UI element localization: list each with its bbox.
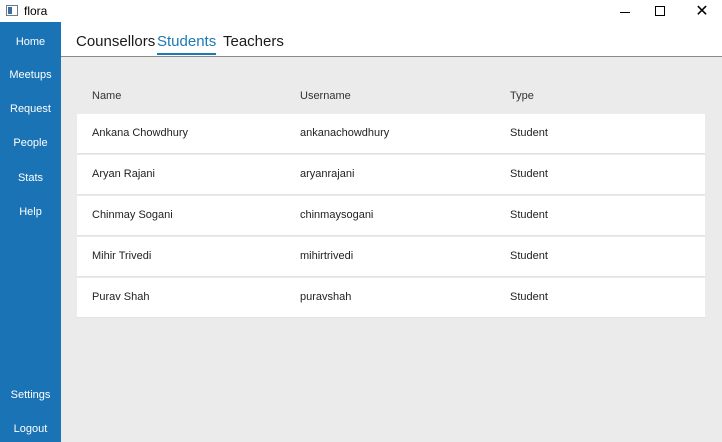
column-header-username: Username <box>300 90 351 102</box>
cell-type: Student <box>510 168 548 180</box>
cell-type: Student <box>510 127 548 139</box>
table-row[interactable]: Ankana Chowdhury ankanachowdhury Student <box>77 114 705 154</box>
cell-username: chinmaysogani <box>300 209 374 221</box>
minimize-button[interactable] <box>608 0 642 22</box>
sidebar-item-settings[interactable]: Settings <box>0 389 61 401</box>
sidebar-item-people[interactable]: People <box>0 137 61 149</box>
cell-username: puravshah <box>300 291 352 303</box>
column-header-type: Type <box>510 90 534 102</box>
cell-username: ankanachowdhury <box>300 127 390 139</box>
cell-type: Student <box>510 250 548 262</box>
sidebar-item-logout[interactable]: Logout <box>0 423 61 435</box>
minimize-icon <box>620 11 630 13</box>
sidebar-item-meetups[interactable]: Meetups <box>0 69 61 81</box>
tab-students[interactable]: Students <box>157 33 217 55</box>
window-title: flora <box>24 4 48 18</box>
cell-username: mihirtrivedi <box>300 250 354 262</box>
sidebar: Home Meetups Request People Stats Help S… <box>0 22 61 442</box>
sidebar-item-help[interactable]: Help <box>0 206 61 218</box>
sidebar-item-stats[interactable]: Stats <box>0 172 61 184</box>
maximize-icon <box>655 6 665 16</box>
column-header-name: Name <box>92 90 122 102</box>
close-icon: ✕ <box>695 3 709 20</box>
cell-username: aryanrajani <box>300 168 355 180</box>
cell-type: Student <box>510 209 548 221</box>
cell-name: Mihir Trivedi <box>92 250 152 262</box>
table-row[interactable]: Chinmay Sogani chinmaysogani Student <box>77 196 705 236</box>
tab-teachers[interactable]: Teachers <box>223 33 284 50</box>
main-content: Counsellors Students Teachers Name Usern… <box>61 22 722 442</box>
app-icon <box>6 5 18 16</box>
tab-counsellors[interactable]: Counsellors <box>76 33 155 50</box>
sidebar-item-home[interactable]: Home <box>0 36 61 48</box>
cell-name: Chinmay Sogani <box>92 209 173 221</box>
sidebar-item-request[interactable]: Request <box>0 103 61 115</box>
cell-type: Student <box>510 291 548 303</box>
table-row[interactable]: Purav Shah puravshah Student <box>77 278 705 318</box>
cell-name: Purav Shah <box>92 291 150 303</box>
table-row[interactable]: Aryan Rajani aryanrajani Student <box>77 155 705 195</box>
tab-bar: Counsellors Students Teachers <box>61 22 722 57</box>
title-bar: flora ✕ <box>0 0 722 22</box>
maximize-button[interactable] <box>643 0 677 22</box>
close-button[interactable]: ✕ <box>685 0 719 22</box>
cell-name: Aryan Rajani <box>92 168 155 180</box>
cell-name: Ankana Chowdhury <box>92 127 189 139</box>
table-row[interactable]: Mihir Trivedi mihirtrivedi Student <box>77 237 705 277</box>
